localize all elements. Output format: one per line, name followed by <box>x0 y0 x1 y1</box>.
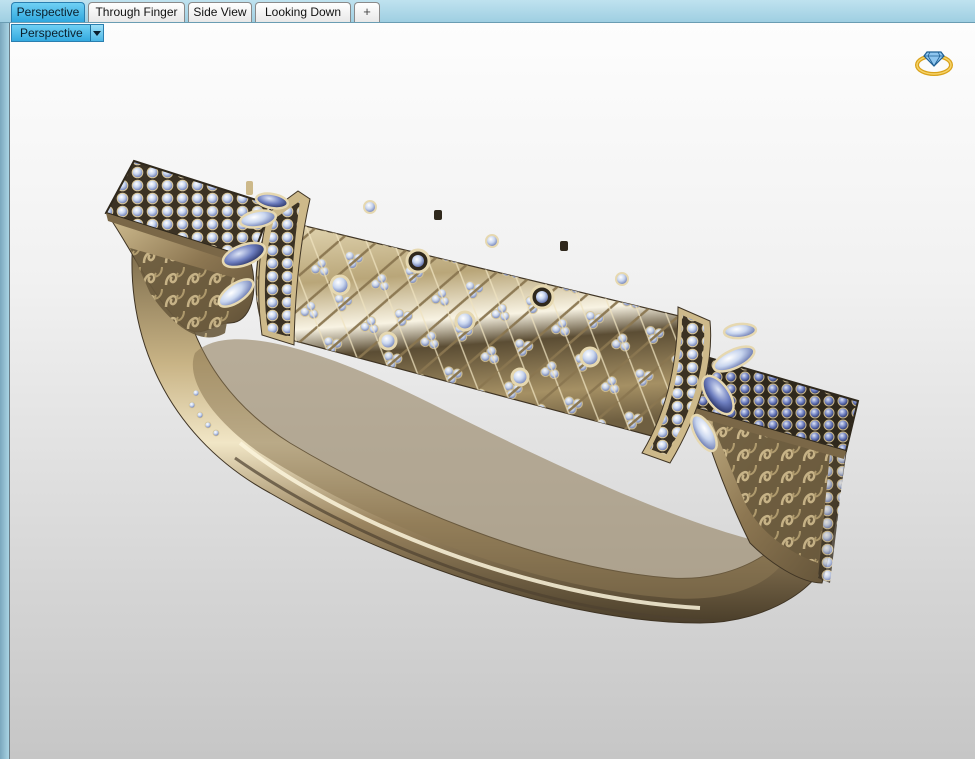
add-view-tab-button[interactable]: + <box>354 2 380 22</box>
viewport-tab-bar: Perspective Through Finger Side View Loo… <box>0 0 975 23</box>
marquise-stone <box>722 322 758 340</box>
tab-perspective[interactable]: Perspective <box>11 2 85 22</box>
bezel-stone <box>485 234 499 248</box>
tab-through-finger[interactable]: Through Finger <box>88 2 185 22</box>
bezel-stone <box>615 272 629 286</box>
bezel-stone <box>579 346 601 368</box>
bracelet-3d-model[interactable] <box>10 23 975 759</box>
prong <box>434 210 442 220</box>
bezel-stone <box>363 200 377 214</box>
3d-viewport[interactable]: Perspective <box>9 23 975 759</box>
bezel-stone <box>378 331 398 351</box>
tab-looking-down[interactable]: Looking Down <box>255 2 351 22</box>
bezel-stone <box>454 310 476 332</box>
bezel-stone <box>412 255 424 267</box>
left-panel-edge <box>0 23 9 759</box>
bezel-stone <box>536 291 548 303</box>
tab-side-view[interactable]: Side View <box>188 2 252 22</box>
prong <box>246 181 253 195</box>
bezel-stone <box>329 274 351 296</box>
prong <box>560 241 568 251</box>
bezel-stone <box>510 367 530 387</box>
